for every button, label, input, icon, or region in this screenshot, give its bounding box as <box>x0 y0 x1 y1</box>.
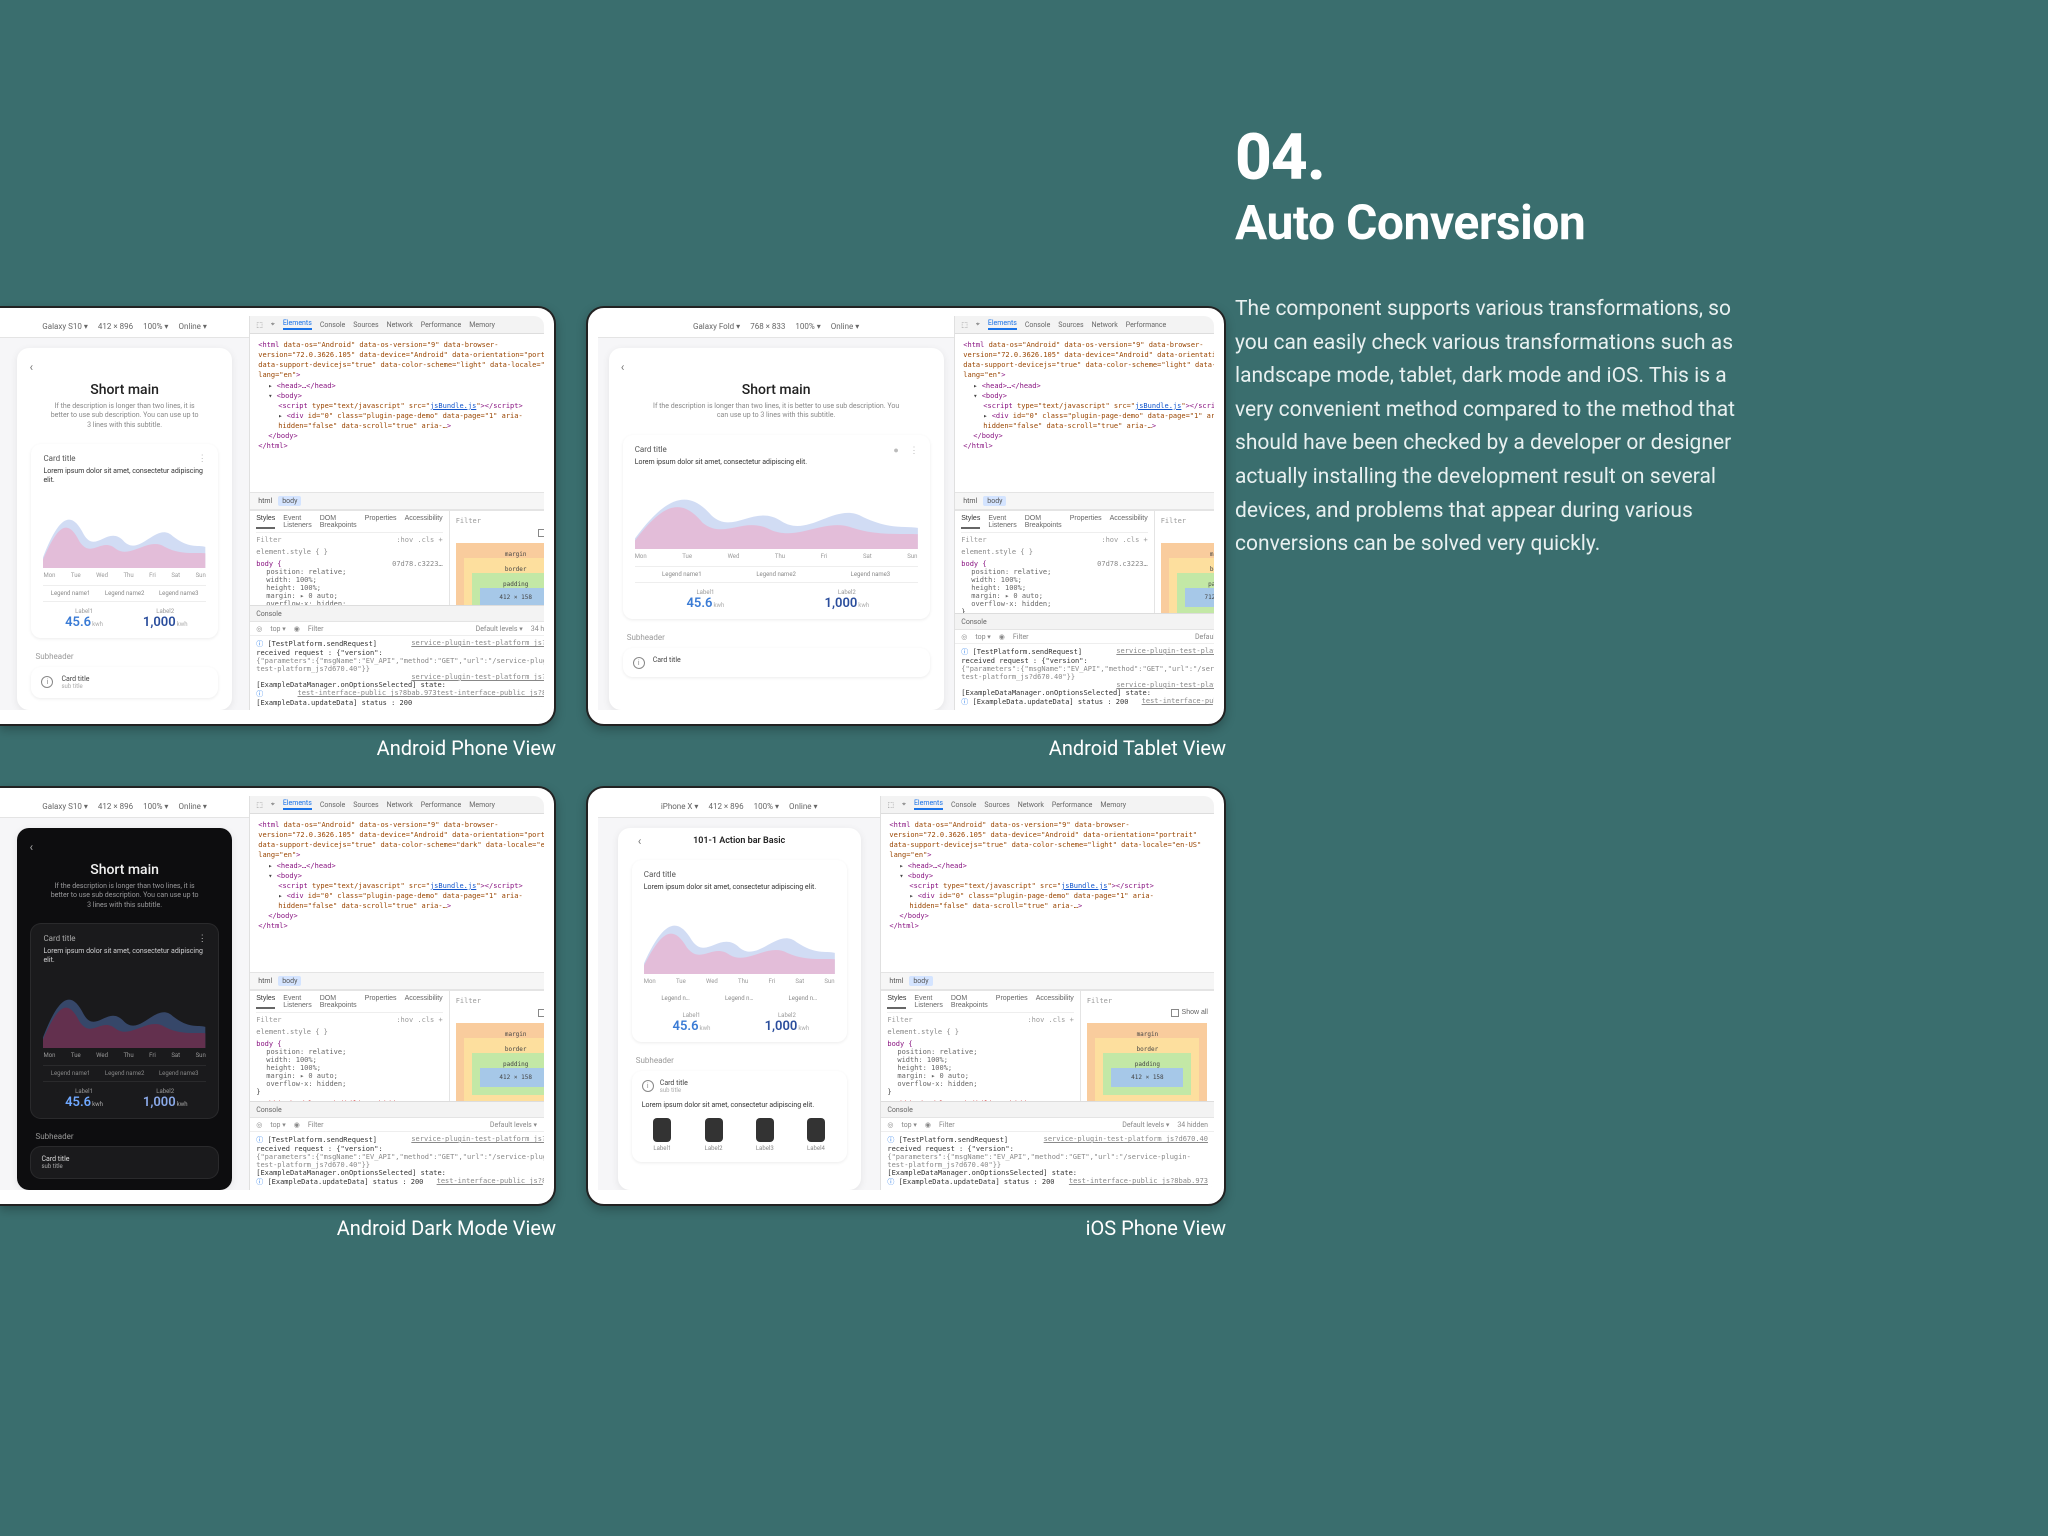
preview-pane: iPhone X ▾412 × 896100% ▾Online ▾ ‹ 101-… <box>598 796 881 1190</box>
ios-title: 101-1 Action bar Basic <box>693 836 785 846</box>
network-select[interactable]: Online ▾ <box>178 322 206 331</box>
devtools-pane: ⬚⌖ ElementsConsoleSourcesNetworkPerforma… <box>955 316 1214 710</box>
preview-pane: Galaxy S10 ▾412 × 896100% ▾Online ▾ ‹ Sh… <box>0 796 250 1190</box>
card-menu-icon[interactable]: ⋮ <box>198 934 208 944</box>
chart-legend: Legend name1Legend name2Legend name3 <box>43 585 205 602</box>
back-icon[interactable]: ‹ <box>29 840 33 854</box>
area-chart <box>43 494 205 568</box>
network-select[interactable]: Online ▾ <box>831 322 859 331</box>
ios-option[interactable]: Label3 <box>744 1118 785 1152</box>
tab-sources[interactable]: Sources <box>353 321 378 329</box>
ios-option[interactable]: Label1 <box>642 1118 683 1152</box>
info-icon: i <box>642 1080 654 1092</box>
shot-android-tablet: Galaxy Fold ▾ 768 × 833 100% ▾ Online ▾ … <box>586 306 1226 760</box>
page-title: Short main <box>31 382 217 398</box>
device-dims: 768 × 833 <box>750 322 785 331</box>
shot-android-dark: Galaxy S10 ▾412 × 896100% ▾Online ▾ ‹ Sh… <box>0 786 556 1240</box>
ios-frame: ‹ 101-1 Action bar Basic Card title Lore… <box>618 828 861 1190</box>
device-select[interactable]: Galaxy Fold ▾ <box>693 322 740 331</box>
back-icon[interactable]: ‹ <box>638 834 642 848</box>
chart-x-axis: MonTueWedThuFriSatSun <box>43 572 205 579</box>
caption: iOS Phone View <box>586 1216 1226 1240</box>
device-toolbar[interactable]: Galaxy S10 ▾ 412 × 896 100% ▾ Online ▾ <box>0 316 249 338</box>
chart-stats: Label145.6kwh Label21,000kwh <box>43 608 205 630</box>
card-menu-icon[interactable]: ⋮ <box>198 454 208 464</box>
phone-frame: ‹ Short main If the description is longe… <box>17 348 231 710</box>
ios-icon-row: Label1 Label2 Label3 Label4 <box>642 1118 837 1152</box>
tablet-frame: ‹ Short main If the description is longe… <box>609 348 944 710</box>
phone-frame-dark: ‹ Short main If the description is longe… <box>17 828 231 1190</box>
chart-card: Card title ⋮ Lorem ipsum dolor sit amet,… <box>31 444 217 637</box>
box-model: marginborderpadding412 × 158 <box>456 543 544 605</box>
breadcrumb[interactable]: htmlbody <box>250 492 544 510</box>
back-icon[interactable]: ‹ <box>29 360 33 374</box>
device-select[interactable]: Galaxy S10 ▾ <box>42 322 88 331</box>
tab-performance[interactable]: Performance <box>421 321 462 329</box>
page-subtitle: If the description is longer than two li… <box>650 402 902 421</box>
ios-nav-bar: ‹ 101-1 Action bar Basic <box>626 830 853 852</box>
mini-card[interactable]: i Card title <box>623 648 930 677</box>
preview-pane: Galaxy Fold ▾ 768 × 833 100% ▾ Online ▾ … <box>598 316 955 710</box>
page-subtitle: If the description is longer than two li… <box>48 402 201 430</box>
zoom-select[interactable]: 100% ▾ <box>143 322 168 331</box>
tab-elements[interactable]: Elements <box>283 319 312 330</box>
elements-tree[interactable]: <html data-os="Android" data-os-version=… <box>250 334 544 492</box>
console-drawer[interactable]: Console ◎top ▾◉FilterDefault levels ▾34 … <box>250 605 544 710</box>
preview-pane: Galaxy S10 ▾ 412 × 896 100% ▾ Online ▾ ‹… <box>0 316 250 710</box>
devtools-pane: ⬚⌖ Elements Console Sources Network Perf… <box>250 316 544 710</box>
device-toolbar[interactable]: Galaxy Fold ▾ 768 × 833 100% ▾ Online ▾ <box>598 316 954 338</box>
mini-card[interactable]: i Card titlesub title <box>31 667 217 699</box>
ios-option[interactable]: Label2 <box>693 1118 734 1152</box>
info-icon: i <box>41 676 53 688</box>
page-title: Short main <box>623 382 930 398</box>
section-body: The component supports various transform… <box>1235 293 1765 562</box>
tab-memory[interactable]: Memory <box>469 321 495 329</box>
caption: Android Phone View <box>0 736 556 760</box>
tab-network[interactable]: Network <box>387 321 413 329</box>
device-dims: 412 × 896 <box>98 322 133 331</box>
back-icon[interactable]: ‹ <box>621 360 625 374</box>
ios-option[interactable]: Label4 <box>795 1118 836 1152</box>
shot-ios-phone: iPhone X ▾412 × 896100% ▾Online ▾ ‹ 101-… <box>586 786 1226 1240</box>
zoom-select[interactable]: 100% ▾ <box>795 322 820 331</box>
card-menu-icon[interactable]: ● ⋮ <box>893 445 919 456</box>
chart-card: Card title ● ⋮ Lorem ipsum dolor sit ame… <box>623 435 930 619</box>
section-title: Auto Conversion <box>1235 194 1885 251</box>
card-lorem: Lorem ipsum dolor sit amet, consectetur … <box>43 467 205 485</box>
screenshot-grid: Galaxy S10 ▾ 412 × 896 100% ▾ Online ▾ ‹… <box>0 306 1226 1240</box>
section-number: 04. <box>1235 126 1885 190</box>
tab-console[interactable]: Console <box>320 321 345 329</box>
card-title: Card title <box>43 454 205 463</box>
devtools-tabs[interactable]: ⬚⌖ Elements Console Sources Network Perf… <box>250 316 544 334</box>
styles-panel[interactable]: Styles Event Listeners DOM Breakpoints P… <box>250 511 448 605</box>
subheader: Subheader <box>35 652 217 661</box>
caption: Android Dark Mode View <box>0 1216 556 1240</box>
info-icon: i <box>633 657 645 669</box>
shot-android-phone: Galaxy S10 ▾ 412 × 896 100% ▾ Online ▾ ‹… <box>0 306 556 760</box>
computed-panel[interactable]: Filter Show all marginborderpadding412 ×… <box>449 511 544 605</box>
caption: Android Tablet View <box>586 736 1226 760</box>
